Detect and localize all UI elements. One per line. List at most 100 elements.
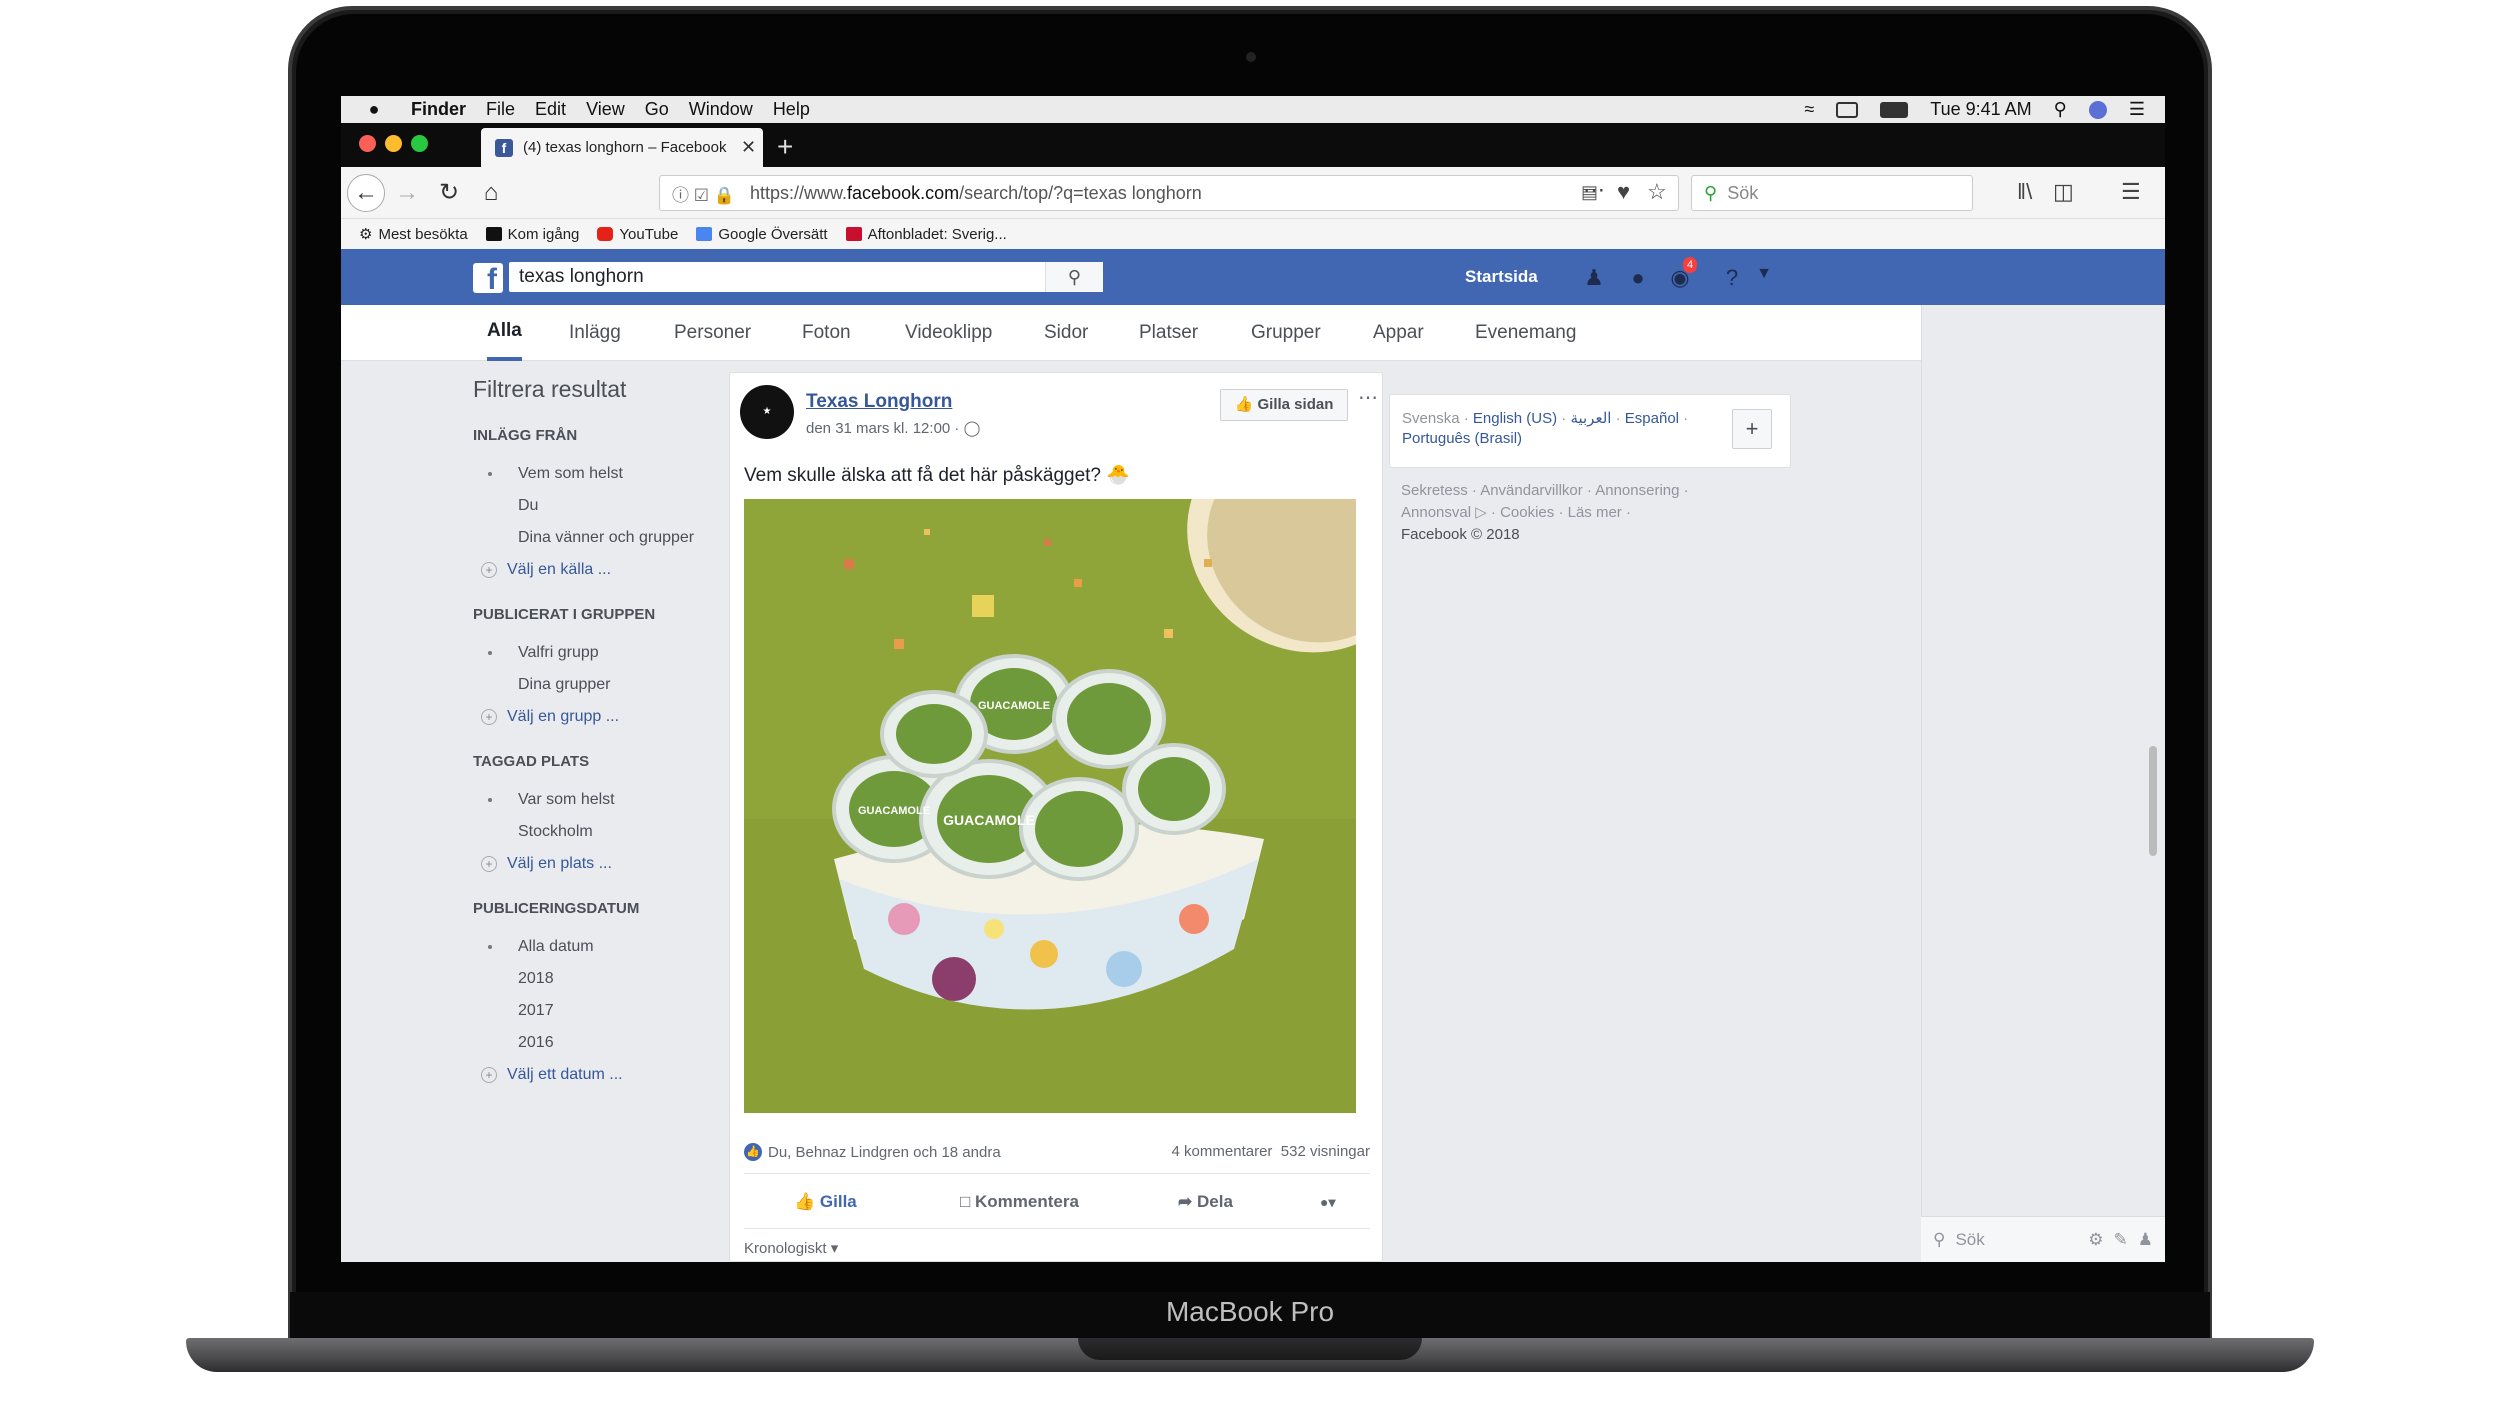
facebook-logo-icon[interactable]: f	[473, 263, 503, 293]
home-button[interactable]: ⌂	[475, 177, 507, 209]
close-window-button[interactable]	[359, 135, 376, 152]
apple-icon[interactable]: ●	[361, 99, 387, 120]
tab-people[interactable]: Personer	[674, 305, 751, 361]
tab-pages[interactable]: Sidor	[1044, 305, 1088, 361]
filter-option[interactable]: Valfri grupp	[473, 637, 733, 669]
filter-option[interactable]: Vem som helst	[473, 458, 733, 490]
menu-file[interactable]: File	[486, 99, 515, 120]
url-bar[interactable]: ⓘ ☑ 🔒 https://www.facebook.com/search/to…	[659, 175, 1679, 211]
filter-option[interactable]: Stockholm	[473, 816, 733, 848]
home-link[interactable]: Startsida	[1465, 249, 1538, 305]
reactions-summary[interactable]: 👍 Du, Behnaz Lindgren och 18 andra	[744, 1143, 1001, 1161]
messenger-icon[interactable]: ●	[1625, 265, 1651, 290]
account-menu-chevron-down-icon[interactable]: ▼	[1751, 265, 1777, 289]
hamburger-menu-icon[interactable]: ☰	[2121, 179, 2141, 205]
tab-apps[interactable]: Appar	[1373, 305, 1424, 361]
language-link[interactable]: Português (Brasil)	[1402, 430, 1522, 447]
filter-choose-link[interactable]: + Välj en grupp ...	[473, 701, 733, 733]
filter-option[interactable]: Dina vänner och grupper	[473, 522, 733, 554]
language-link[interactable]: العربية	[1570, 410, 1611, 427]
bookmark-youtube[interactable]: YouTube	[597, 226, 678, 243]
language-link[interactable]: English (US)	[1473, 410, 1557, 427]
more-languages-button[interactable]: +	[1732, 409, 1772, 449]
library-icon[interactable]: ‖\	[2017, 179, 2032, 205]
sidebar-toggle-icon[interactable]: ◫	[2053, 179, 2074, 205]
filter-choose-link[interactable]: + Välj en plats ...	[473, 848, 733, 880]
browser-search-input[interactable]: ⚲ Sök	[1691, 175, 1973, 211]
menu-help[interactable]: Help	[773, 99, 810, 120]
tab-places[interactable]: Platser	[1139, 305, 1198, 361]
page-avatar[interactable]: ★	[740, 385, 794, 439]
post-options-icon[interactable]: ⋯	[1358, 385, 1378, 410]
siri-icon[interactable]	[2088, 100, 2107, 119]
menu-window[interactable]: Window	[689, 99, 753, 120]
filter-option[interactable]: 2017	[473, 995, 733, 1027]
filter-choose-link[interactable]: + Välj en källa ...	[473, 554, 733, 586]
comment-sort-dropdown[interactable]: Kronologiskt ▾	[744, 1239, 838, 1257]
tab-posts[interactable]: Inlägg	[569, 305, 621, 361]
spotlight-icon[interactable]: ⚲	[2054, 99, 2067, 120]
radio-selected[interactable]	[483, 467, 497, 481]
pocket-icon[interactable]: ♥	[1617, 179, 1630, 205]
menu-go[interactable]: Go	[645, 99, 669, 120]
radio-selected[interactable]	[483, 646, 497, 660]
footer-links[interactable]: Sekretess · Användarvillkor · Annonserin…	[1401, 480, 1781, 502]
bookmark-star-icon[interactable]: ☆	[1647, 179, 1667, 205]
radio[interactable]	[483, 678, 497, 692]
radio-selected[interactable]	[483, 940, 497, 954]
filter-option[interactable]: Var som helst	[473, 784, 733, 816]
battery-icon[interactable]	[1880, 101, 1909, 118]
radio[interactable]	[483, 1004, 497, 1018]
comments-views[interactable]: 4 kommentarer 532 visningar	[1172, 1143, 1370, 1160]
radio[interactable]	[483, 972, 497, 986]
facebook-search-input[interactable]: texas longhorn ⚲	[509, 262, 1103, 292]
bookmark-google-translate[interactable]: Google Översätt	[696, 226, 828, 243]
like-button[interactable]: 👍 Gilla	[794, 1174, 857, 1230]
post-author-link[interactable]: Texas Longhorn	[806, 391, 952, 413]
footer-links[interactable]: Annonsval ▷ · Cookies · Läs mer ·	[1401, 502, 1781, 524]
tab-all[interactable]: Alla	[487, 305, 522, 361]
settings-gear-icon[interactable]: ⚙	[2088, 1230, 2103, 1250]
reload-button[interactable]: ↻	[433, 177, 465, 209]
post-date[interactable]: den 31 mars kl. 12:00 · ◯	[806, 419, 980, 437]
post-as-selector-chevron-down-icon[interactable]: ●▾	[1320, 1174, 1335, 1230]
tab-groups[interactable]: Grupper	[1251, 305, 1321, 361]
filter-option[interactable]: 2018	[473, 963, 733, 995]
compose-icon[interactable]: ✎	[2114, 1230, 2128, 1250]
language-link[interactable]: Español	[1625, 410, 1679, 427]
create-group-icon[interactable]: ♟	[2138, 1230, 2153, 1250]
share-button[interactable]: ➦ Dela	[1178, 1174, 1233, 1230]
bookmark-most-visited[interactable]: ⚙ Mest besökta	[359, 225, 468, 244]
minimize-window-button[interactable]	[385, 135, 402, 152]
tab-events[interactable]: Evenemang	[1475, 305, 1576, 361]
friend-requests-icon[interactable]: ♟	[1581, 265, 1607, 290]
filter-option[interactable]: Alla datum	[473, 931, 733, 963]
menu-view[interactable]: View	[586, 99, 625, 120]
comment-button[interactable]: □ Kommentera	[960, 1174, 1079, 1230]
filter-choose-link[interactable]: + Välj ett datum ...	[473, 1059, 733, 1091]
search-icon[interactable]: ⚲	[1045, 262, 1103, 292]
filter-option[interactable]: Du	[473, 490, 733, 522]
tab-videos[interactable]: Videoklipp	[905, 305, 992, 361]
browser-tab[interactable]: f (4) texas longhorn – Facebook ✕	[481, 128, 763, 167]
filter-option[interactable]: Dina grupper	[473, 669, 733, 701]
forward-button[interactable]: →	[391, 177, 423, 209]
more-actions-icon[interactable]: ⋯	[1583, 177, 1605, 203]
clock[interactable]: Tue 9:41 AM	[1930, 99, 2031, 120]
like-page-button[interactable]: 👍 Gilla sidan	[1220, 389, 1348, 421]
radio[interactable]	[483, 825, 497, 839]
bookmark-aftonbladet[interactable]: Aftonbladet: Sverig...	[845, 226, 1007, 243]
bookmark-get-started[interactable]: Kom igång	[485, 226, 579, 243]
menu-edit[interactable]: Edit	[535, 99, 566, 120]
radio-selected[interactable]	[483, 793, 497, 807]
wifi-icon[interactable]: ≈	[1804, 99, 1814, 120]
radio[interactable]	[483, 1036, 497, 1050]
scrollbar[interactable]	[2149, 746, 2157, 856]
new-tab-button[interactable]: +	[777, 131, 793, 163]
radio[interactable]	[483, 531, 497, 545]
site-info-icon[interactable]: ⓘ ☑ 🔒	[660, 181, 750, 206]
chat-search-bar[interactable]: ⚲ Sök ⚙ ✎ ♟	[1921, 1216, 2165, 1262]
menu-finder[interactable]: Finder	[411, 99, 466, 120]
notification-center-icon[interactable]: ☰	[2129, 99, 2145, 120]
zoom-window-button[interactable]	[411, 135, 428, 152]
